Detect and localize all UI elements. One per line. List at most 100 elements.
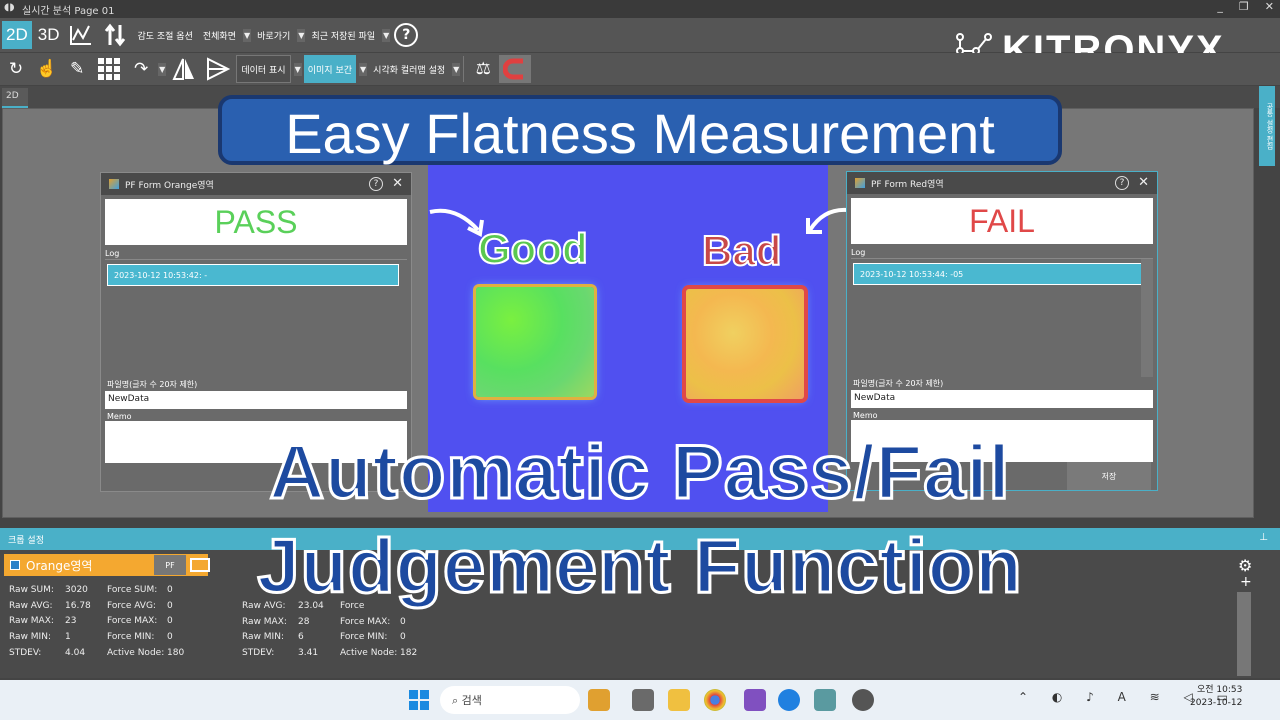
help-button[interactable]: ? bbox=[394, 23, 419, 47]
chevron-down-icon[interactable]: ▼ bbox=[297, 28, 306, 42]
stats-row: Raw MAX: 28 Force MAX: 0 bbox=[242, 615, 417, 631]
stat-value: 23 bbox=[65, 616, 77, 627]
filename-field[interactable]: NewData bbox=[851, 390, 1153, 408]
dialog-header: PF Form Orange영역 ? ✕ bbox=[101, 173, 411, 195]
stat-label: Force AVG: bbox=[107, 600, 156, 611]
toolbar-divider bbox=[463, 56, 465, 82]
region-orange[interactable]: Orange영역 PF bbox=[4, 554, 210, 576]
dialog-title: PF Form Orange영역 bbox=[125, 180, 214, 191]
stat-label: Force MAX: bbox=[340, 616, 391, 627]
scrollbar[interactable] bbox=[1237, 592, 1251, 676]
visual-studio-icon[interactable] bbox=[744, 689, 766, 711]
view-2d-button[interactable]: 2D bbox=[2, 21, 32, 49]
stat-label: STDEV: bbox=[9, 647, 42, 658]
rotate-icon[interactable]: ↷ bbox=[127, 55, 155, 83]
app-arrow-icon[interactable] bbox=[778, 689, 800, 711]
arrow-right-icon bbox=[429, 208, 484, 238]
stat-value: 16.78 bbox=[65, 600, 91, 611]
caption-line-2: Judgement Function bbox=[256, 523, 1023, 611]
windows-start-icon[interactable] bbox=[408, 689, 430, 711]
pass-result: PASS bbox=[105, 199, 407, 245]
image-interp-button[interactable]: 이미지 보간 bbox=[303, 55, 357, 83]
chevron-down-icon[interactable]: ▼ bbox=[158, 62, 167, 76]
log-list[interactable]: 2023-10-12 10:53:44: -05 bbox=[851, 258, 1153, 377]
stat-label: Force MAX: bbox=[107, 616, 158, 627]
memo-label: Memo bbox=[107, 412, 132, 421]
filename-label: 파일명(글자 수 20자 제한) bbox=[853, 379, 944, 388]
plus-icon[interactable]: + bbox=[1240, 574, 1252, 590]
magnet-icon[interactable] bbox=[499, 55, 532, 83]
close-icon[interactable]: ✕ bbox=[1138, 175, 1149, 190]
stat-value: 182 bbox=[400, 648, 418, 659]
recorder-icon[interactable] bbox=[852, 689, 874, 711]
close-button[interactable]: ✕ bbox=[1265, 0, 1274, 13]
headline-banner: Easy Flatness Measurement bbox=[218, 95, 1062, 165]
stats-row: Raw MIN: 6 Force MIN: 0 bbox=[242, 630, 417, 646]
arrow-left-icon bbox=[806, 207, 849, 234]
gear-icon[interactable]: ⚙ bbox=[1238, 556, 1252, 575]
search-icon: ⌕ bbox=[452, 694, 462, 707]
data-display-button[interactable]: 데이터 표시 bbox=[236, 55, 291, 83]
stat-label: Active Node: bbox=[340, 648, 398, 659]
line-graph-icon[interactable] bbox=[65, 21, 97, 49]
pin-icon[interactable]: ⊥ bbox=[1259, 532, 1268, 543]
side-panel-tab[interactable]: 공통 설정 편집 bbox=[1259, 86, 1275, 166]
task-view-icon[interactable] bbox=[632, 689, 654, 711]
stat-label: Raw MIN: bbox=[9, 632, 51, 643]
stat-label: Active Node: bbox=[107, 647, 165, 658]
bad-sample-pad bbox=[686, 289, 804, 399]
log-entry[interactable]: 2023-10-12 10:53:44: -05 bbox=[853, 263, 1145, 285]
up-down-arrows-icon[interactable] bbox=[99, 21, 131, 49]
sensitivity-button[interactable]: 감도 조절 옵션 bbox=[133, 21, 196, 49]
chrome-icon[interactable] bbox=[704, 689, 726, 711]
stat-value: 4.04 bbox=[65, 647, 86, 658]
stat-label: Force MIN: bbox=[107, 632, 155, 643]
scrollbar[interactable] bbox=[1141, 259, 1153, 377]
taskbar-search[interactable]: ⌕ 검색 bbox=[440, 686, 580, 714]
log-list[interactable]: 2023-10-12 10:53:42: - bbox=[105, 259, 407, 377]
help-icon[interactable]: ? bbox=[369, 177, 383, 191]
memo-label: Memo bbox=[853, 411, 878, 420]
shortcut-button[interactable]: 바로가기 bbox=[253, 21, 294, 49]
stat-label: STDEV: bbox=[242, 648, 275, 659]
filename-label: 파일명(글자 수 20자 제한) bbox=[107, 380, 198, 389]
log-entry[interactable]: 2023-10-12 10:53:42: - bbox=[107, 264, 399, 286]
chevron-down-icon[interactable]: ▼ bbox=[293, 62, 302, 76]
grid-icon[interactable] bbox=[93, 55, 125, 83]
balance-scale-icon[interactable]: ⚖ bbox=[469, 55, 497, 83]
maximize-button[interactable]: ❐ bbox=[1239, 0, 1249, 13]
log-label: Log bbox=[105, 249, 120, 258]
tab-2d[interactable]: 2D bbox=[2, 88, 28, 108]
view-3d-button[interactable]: 3D bbox=[34, 21, 64, 49]
chevron-down-icon[interactable]: ▼ bbox=[359, 62, 368, 76]
color-map-button[interactable]: 시각화 컬러맵 설정 bbox=[369, 55, 449, 83]
crop-settings-title: 크롭 설정 bbox=[8, 536, 44, 546]
brush-icon[interactable]: ✎ bbox=[63, 55, 91, 83]
minimize-button[interactable]: _ bbox=[1217, 0, 1223, 13]
title-bar: ◖◗ 실시간 분석 Page 01 _ ❐ ✕ bbox=[0, 0, 1280, 18]
dialog-icon bbox=[855, 178, 865, 188]
mirror-icon[interactable] bbox=[202, 55, 234, 83]
clock[interactable]: 오전 10:53 2023-10-12 bbox=[1190, 684, 1242, 710]
refresh-icon[interactable]: ↻ bbox=[2, 55, 30, 83]
chevron-down-icon[interactable]: ▼ bbox=[243, 28, 252, 42]
chevron-down-icon[interactable]: ▼ bbox=[452, 62, 461, 76]
briefcase-icon[interactable] bbox=[588, 689, 610, 711]
stat-value: 1 bbox=[65, 632, 71, 643]
chevron-down-icon[interactable]: ▼ bbox=[382, 28, 391, 42]
pf-button[interactable]: PF bbox=[154, 555, 186, 575]
stats-row: Raw SUM: 3020 Force SUM: 0 bbox=[9, 583, 184, 599]
fullscreen-button[interactable]: 전체화면 bbox=[199, 21, 240, 49]
stat-label: Raw MIN: bbox=[242, 632, 284, 643]
grid-app-icon[interactable] bbox=[814, 689, 836, 711]
stats-row: Raw MIN: 1 Force MIN: 0 bbox=[9, 630, 184, 646]
touch-hand-icon[interactable]: ☝ bbox=[32, 55, 61, 83]
close-icon[interactable]: ✕ bbox=[392, 176, 403, 191]
flip-icon[interactable] bbox=[168, 55, 200, 83]
region-checkbox[interactable] bbox=[10, 560, 20, 570]
folder-icon[interactable] bbox=[668, 689, 690, 711]
stat-label: Raw SUM: bbox=[9, 585, 54, 595]
recent-files-button[interactable]: 최근 저장된 파일 bbox=[307, 21, 379, 49]
help-icon[interactable]: ? bbox=[1115, 176, 1129, 190]
filename-field[interactable]: NewData bbox=[105, 391, 407, 409]
